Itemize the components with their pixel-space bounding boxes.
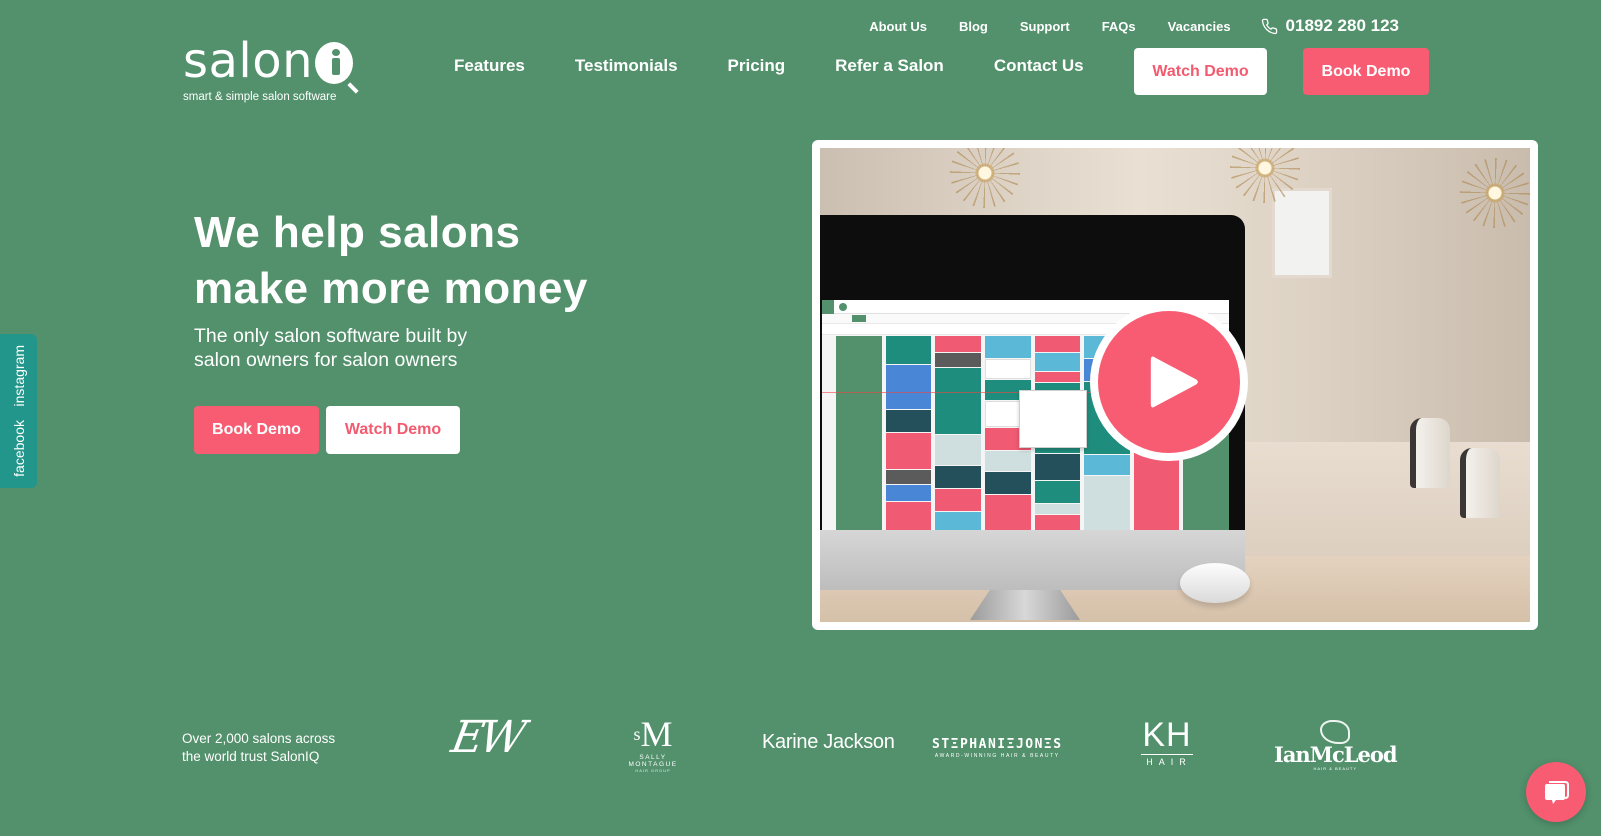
appointment-block	[885, 365, 932, 409]
appointment-block	[1034, 481, 1081, 503]
kh-hair-sub: HAIR	[1146, 757, 1192, 767]
app-staff-column	[885, 336, 932, 530]
hero-subtitle-line: salon owners for salon owners	[194, 349, 458, 371]
play-icon	[1150, 356, 1198, 408]
appointment-block	[885, 433, 932, 469]
appointment-block	[885, 485, 932, 501]
hero-subtitle-line: The only salon software built by	[194, 325, 468, 347]
appointment-block	[984, 451, 1031, 471]
trust-statement: Over 2,000 salons across the world trust…	[182, 730, 335, 766]
client-logo-sally-montague: sM SALLY MONTAGUE HAIR GROUP	[615, 716, 691, 773]
hero-title-line: make more money	[194, 264, 588, 313]
nav-vacancies[interactable]: Vacancies	[1168, 19, 1231, 34]
hero-title-line: We help salons	[194, 208, 521, 257]
nav-refer-a-salon[interactable]: Refer a Salon	[835, 56, 944, 76]
appointment-block	[935, 489, 981, 511]
logo-iq-icon	[315, 42, 359, 94]
hero-title: We help salons make more money	[194, 205, 588, 317]
app-staff-column	[935, 336, 981, 530]
chat-bubble-icon	[1545, 781, 1569, 804]
ian-mcleod-emblem-icon	[1320, 720, 1351, 744]
chandelier-image	[1460, 158, 1530, 228]
mouse-image	[1180, 563, 1250, 603]
sally-montague-mark: sM	[633, 714, 673, 754]
facebook-link[interactable]: facebook	[11, 420, 27, 477]
appointment-block	[1034, 353, 1081, 371]
appointment-block	[836, 336, 882, 530]
header-book-demo-button[interactable]: Book Demo	[1303, 48, 1429, 95]
chat-widget-button[interactable]	[1526, 762, 1586, 822]
phone-link[interactable]: 01892 280 123	[1261, 16, 1399, 36]
appointment-block	[935, 336, 981, 352]
appointment-block	[1084, 455, 1130, 475]
phone-icon	[1261, 18, 1277, 34]
logo-tagline: smart & simple salon software	[183, 91, 337, 103]
app-menu-icon	[822, 300, 834, 314]
appointment-block	[1034, 504, 1081, 514]
trust-line: Over 2,000 salons across	[182, 731, 336, 746]
logo-wordmark: salon	[183, 33, 359, 94]
appointment-block	[984, 472, 1031, 494]
play-button[interactable]	[1090, 303, 1248, 461]
nav-faqs[interactable]: FAQs	[1102, 19, 1136, 34]
appointment-block	[935, 466, 981, 488]
header-watch-demo-button[interactable]: Watch Demo	[1134, 48, 1267, 95]
appointment-block	[885, 470, 932, 484]
demo-video[interactable]	[812, 140, 1538, 630]
nav-pricing[interactable]: Pricing	[728, 56, 786, 76]
appointment-block	[984, 495, 1031, 530]
appointment-block	[885, 336, 932, 364]
logo[interactable]: salon smart & simple salon software	[183, 33, 359, 103]
nav-features[interactable]: Features	[454, 56, 525, 76]
appointment-block	[885, 502, 932, 530]
nav-blog[interactable]: Blog	[959, 19, 988, 34]
social-side-tab: instagram facebook	[0, 334, 37, 488]
client-logo-stephanie-jones: STΞPHANIΞJONΞS AWARD-WINNING HAIR & BEAU…	[932, 737, 1063, 759]
app-appointment-popup	[1019, 390, 1087, 448]
appointment-block	[1034, 515, 1081, 530]
ian-mcleod-name: IanMcLeod	[1274, 742, 1398, 767]
salon-window	[1272, 188, 1332, 278]
app-logo-icon	[839, 302, 847, 311]
sally-montague-group: HAIR GROUP	[635, 768, 671, 773]
hero-watch-demo-button[interactable]: Watch Demo	[326, 406, 460, 454]
kh-hair-mark: KH	[1141, 716, 1193, 755]
appointment-block	[1034, 372, 1081, 382]
hero-subtitle: The only salon software built by salon o…	[194, 324, 467, 372]
appointment-block	[885, 410, 932, 432]
sally-montague-name: SALLY MONTAGUE	[628, 754, 678, 768]
client-logo-karine-jackson: Karine Jackson	[762, 731, 895, 753]
client-logo-ew: EW	[447, 712, 526, 763]
nav-contact-us[interactable]: Contact Us	[994, 56, 1084, 76]
hero-book-demo-button[interactable]: Book Demo	[194, 406, 319, 454]
logo-text: salon	[183, 33, 314, 89]
instagram-link[interactable]: instagram	[11, 345, 27, 406]
main-nav: Features Testimonials Pricing Refer a Sa…	[454, 56, 1134, 76]
nav-testimonials[interactable]: Testimonials	[575, 56, 678, 76]
appointment-block	[935, 368, 981, 434]
appointment-block	[1084, 476, 1130, 530]
appointment-block	[935, 353, 981, 367]
appointment-block	[935, 512, 981, 530]
client-logo-ian-mcleod: IanMcLeod HAIR & BEAUTY	[1274, 720, 1398, 771]
phone-number: 01892 280 123	[1285, 16, 1399, 35]
appointment-block	[1034, 336, 1081, 352]
video-thumbnail	[820, 148, 1530, 622]
appointment-block	[1034, 454, 1081, 480]
stephanie-jones-name: STΞPHANIΞJONΞS	[932, 737, 1063, 752]
appointment-block	[984, 359, 1031, 379]
appointment-block	[935, 435, 981, 465]
salon-chair-image	[1410, 418, 1450, 488]
app-staff-column	[836, 336, 882, 530]
stephanie-jones-tagline: AWARD-WINNING HAIR & BEAUTY	[934, 753, 1060, 759]
nav-support[interactable]: Support	[1020, 19, 1070, 34]
app-today-button	[852, 315, 866, 322]
utility-nav: About Us Blog Support FAQs Vacancies 018…	[837, 16, 1399, 36]
client-logo-kh-hair: KH HAIR	[1141, 718, 1193, 767]
nav-about-us[interactable]: About Us	[869, 19, 927, 34]
appointment-block	[984, 336, 1031, 358]
salon-chair-image	[1460, 448, 1500, 518]
trust-line: the world trust SalonIQ	[182, 749, 320, 764]
